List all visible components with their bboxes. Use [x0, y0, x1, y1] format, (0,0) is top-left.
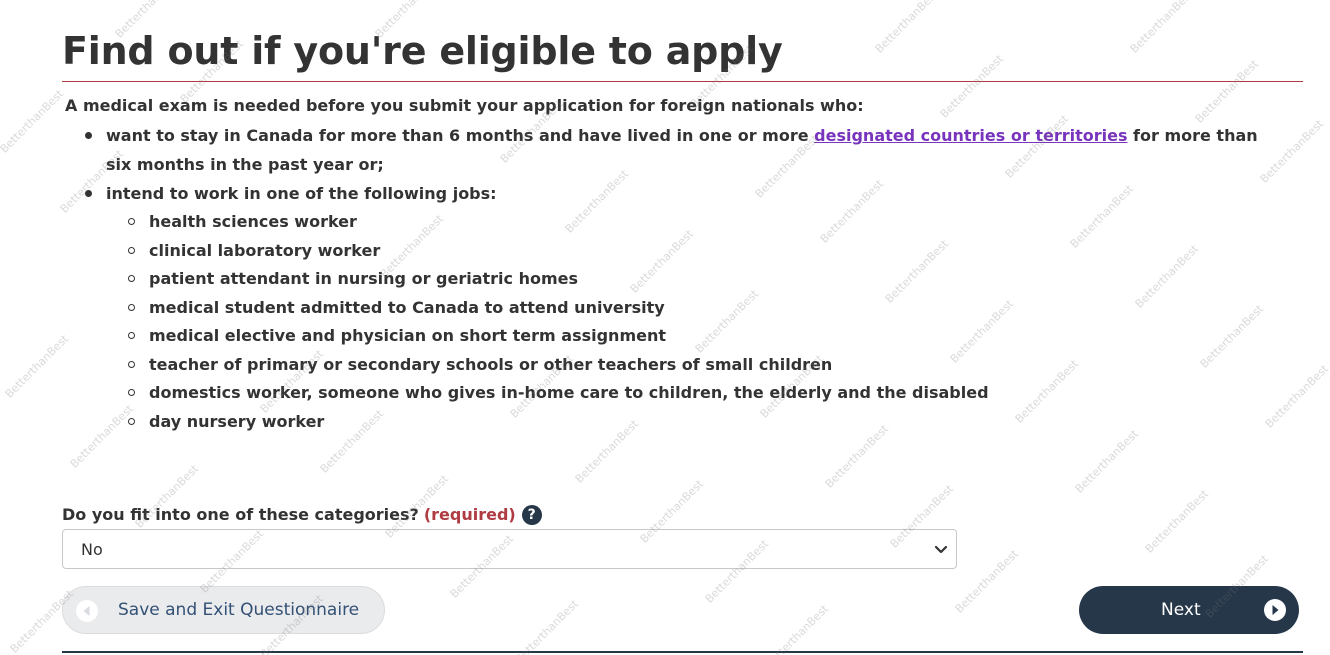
question-circle-icon[interactable]: ? [521, 505, 542, 525]
page-title: Find out if you're eligible to apply [62, 29, 783, 73]
job-item: day nursery worker [106, 408, 1266, 437]
watermark: BetterthanBest [1257, 117, 1326, 186]
designated-countries-link[interactable]: designated countries or territories [814, 126, 1127, 145]
footer-divider [62, 651, 1303, 653]
requirements-list: want to stay in Canada for more than 6 m… [66, 121, 1266, 436]
watermark: BetterthanBest [2, 332, 71, 401]
chevron-down-icon [934, 545, 948, 554]
list-item-stay-duration: want to stay in Canada for more than 6 m… [66, 121, 1266, 179]
intro-text: A medical exam is needed before you subm… [65, 96, 864, 115]
next-button[interactable]: Next [1079, 586, 1299, 634]
arrow-left-circle-icon [76, 600, 98, 622]
watermark: BetterthanBest [1142, 487, 1211, 556]
job-item: health sciences worker [106, 208, 1266, 237]
bullet2-text: intend to work in one of the following j… [106, 184, 497, 203]
job-item: patient attendant in nursing or geriatri… [106, 265, 1266, 294]
job-list: health sciences worker clinical laborato… [106, 208, 1266, 436]
question-text: Do you fit into one of these categories? [62, 505, 419, 524]
save-button-label: Save and Exit Questionnaire [118, 600, 360, 620]
save-and-exit-button[interactable]: Save and Exit Questionnaire [62, 586, 385, 634]
job-item: medical elective and physician on short … [106, 322, 1266, 351]
arrow-right-circle-icon [1264, 599, 1286, 621]
job-item: clinical laboratory worker [106, 237, 1266, 266]
watermark: BetterthanBest [762, 602, 831, 655]
question-label: Do you fit into one of these categories?… [62, 503, 542, 527]
watermark: BetterthanBest [0, 87, 66, 156]
job-item: teacher of primary or secondary schools … [106, 351, 1266, 380]
watermark: BetterthanBest [1127, 0, 1196, 56]
job-item: medical student admitted to Canada to at… [106, 294, 1266, 323]
title-divider [62, 81, 1303, 82]
watermark: BetterthanBest [1072, 427, 1141, 496]
watermark: BetterthanBest [872, 0, 941, 56]
watermark: BetterthanBest [512, 597, 581, 655]
select-value: No [81, 539, 103, 559]
bullet1-text-start: want to stay in Canada for more than 6 m… [106, 126, 815, 145]
list-item-jobs: intend to work in one of the following j… [66, 179, 1266, 436]
watermark: BetterthanBest [952, 547, 1021, 616]
next-button-label: Next [1161, 600, 1201, 620]
category-select[interactable]: No [62, 529, 957, 569]
watermark: BetterthanBest [1262, 362, 1330, 431]
job-item: domestics worker, someone who gives in-h… [106, 379, 1266, 408]
required-marker: (required) [423, 505, 516, 524]
